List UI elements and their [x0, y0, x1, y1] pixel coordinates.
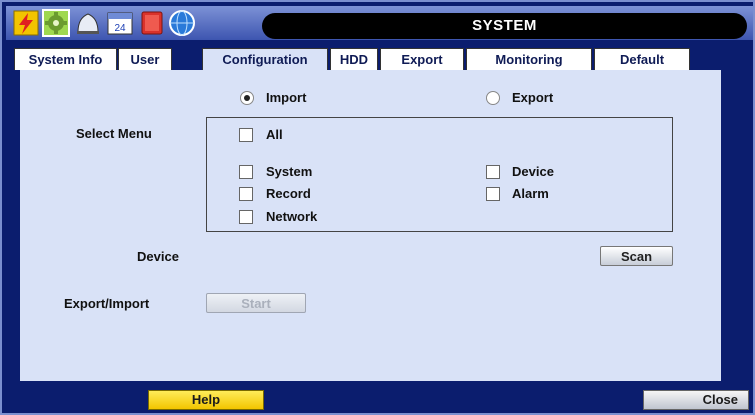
checkbox-all-label: All	[266, 127, 283, 142]
close-button[interactable]: Close	[643, 390, 749, 410]
checkbox-device[interactable]	[486, 165, 500, 179]
checkbox-system[interactable]	[239, 165, 253, 179]
select-menu-label: Select Menu	[76, 126, 152, 141]
bell-icon[interactable]	[74, 9, 102, 37]
tab-user[interactable]: User	[118, 48, 172, 70]
scan-button[interactable]: Scan	[600, 246, 673, 266]
help-button[interactable]: Help	[148, 390, 264, 410]
import-label: Import	[266, 90, 307, 105]
checkbox-all[interactable]	[239, 128, 253, 142]
top-toolbar: 24 SYSTEM	[6, 6, 753, 40]
book-icon[interactable]	[138, 9, 166, 37]
checkbox-network[interactable]	[239, 210, 253, 224]
start-button[interactable]: Start	[206, 293, 306, 313]
tab-hdd[interactable]: HDD	[330, 48, 378, 70]
tab-monitoring[interactable]: Monitoring	[466, 48, 592, 70]
footer-bar	[6, 386, 753, 413]
checkbox-record[interactable]	[239, 187, 253, 201]
dvr-window: 24 SYSTEM System Info User Configuration…	[0, 0, 755, 415]
checkbox-record-label: Record	[266, 186, 311, 201]
tab-default[interactable]: Default	[594, 48, 690, 70]
calendar-day: 24	[114, 23, 126, 34]
globe-icon[interactable]	[168, 9, 196, 37]
import-radio[interactable]	[240, 91, 254, 105]
tab-system-info[interactable]: System Info	[14, 48, 117, 70]
checkbox-network-label: Network	[266, 209, 318, 224]
checkbox-device-label: Device	[512, 164, 554, 179]
checkbox-alarm-label: Alarm	[512, 186, 549, 201]
window-title: SYSTEM	[262, 13, 747, 39]
device-label: Device	[137, 249, 179, 264]
gear-icon[interactable]	[42, 9, 70, 37]
tab-configuration[interactable]: Configuration	[202, 48, 328, 70]
checkbox-system-label: System	[266, 164, 313, 179]
lightning-icon[interactable]	[12, 9, 40, 37]
tab-export[interactable]: Export	[380, 48, 464, 70]
export-label: Export	[512, 90, 554, 105]
calendar-icon[interactable]: 24	[106, 9, 134, 37]
export-radio[interactable]	[486, 91, 500, 105]
configuration-panel: Import Export Select Menu All System Rec…	[20, 70, 721, 381]
select-menu-group: All System Record Network Device Alarm	[206, 117, 673, 232]
export-import-label: Export/Import	[64, 296, 150, 311]
checkbox-alarm[interactable]	[486, 187, 500, 201]
